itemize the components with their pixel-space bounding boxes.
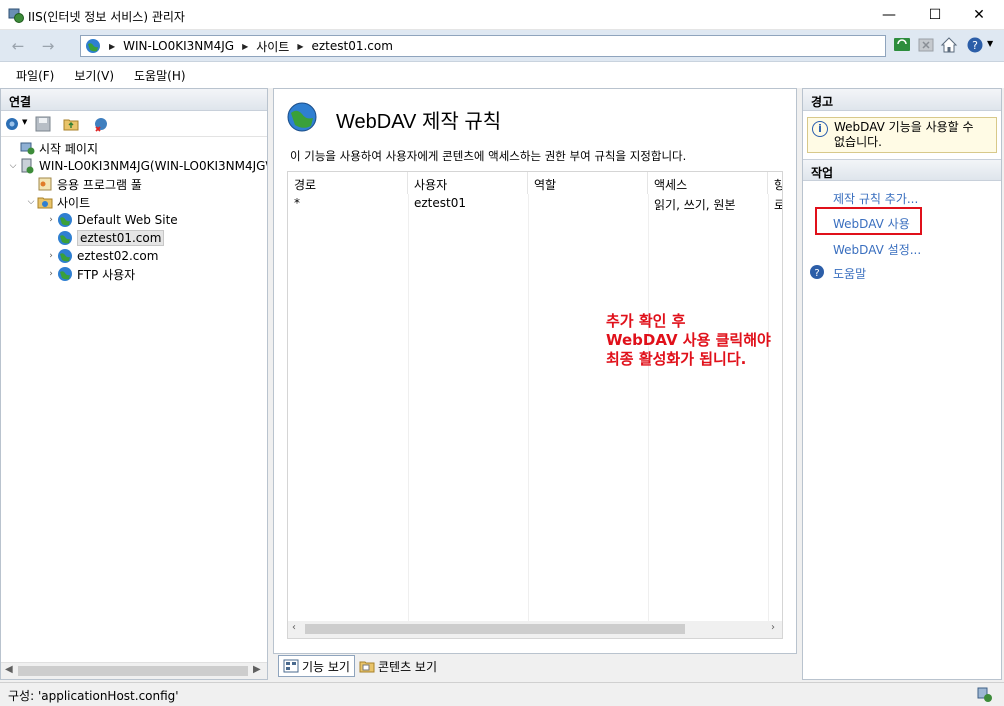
svg-text:?: ? <box>814 268 819 279</box>
page-description: 이 기능을 사용하여 사용자에게 콘텐츠에 액세스하는 권한 부여 규칙을 지정… <box>290 149 687 163</box>
scroll-right-icon[interactable]: › <box>771 622 775 633</box>
refresh-icon[interactable] <box>893 36 911 54</box>
status-text: 구성: 'applicationHost.config' <box>8 689 179 703</box>
column-header-user[interactable]: 사용자 <box>408 172 528 194</box>
tree-node-site[interactable]: › Default Web Site <box>45 211 178 229</box>
table-hscrollbar[interactable]: ‹ › <box>288 621 782 638</box>
column-header-access[interactable]: 액세스 <box>648 172 768 194</box>
title-bar: IIS(인터넷 정보 서비스) 관리자 — ☐ ✕ <box>0 0 1004 30</box>
cell-user: eztest01 <box>414 196 466 210</box>
help-icon[interactable]: ? <box>966 36 984 54</box>
address-bar[interactable]: ▶ WIN-LO0KI3NM4JG ▶ 사이트 ▶ eztest01.com <box>80 35 886 57</box>
breadcrumb-server[interactable]: WIN-LO0KI3NM4JG <box>123 39 234 53</box>
tab-content-view[interactable]: 콘텐츠 보기 <box>355 655 441 677</box>
globe-icon <box>58 249 72 263</box>
scroll-left-icon[interactable]: ‹ <box>292 622 296 633</box>
alert-message: i WebDAV 기능을 사용할 수 없습니다. <box>807 117 997 153</box>
navigation-bar: ← → ▶ WIN-LO0KI3NM4JG ▶ 사이트 ▶ eztest01.c… <box>0 30 1004 62</box>
authoring-rules-table[interactable]: 경로 사용자 역할 액세스 항 * eztest01 읽기, 쓰기, 원본 로 … <box>287 171 783 639</box>
globe-icon <box>86 39 100 53</box>
scroll-left-icon[interactable]: ◀ <box>5 664 13 675</box>
close-button[interactable]: ✕ <box>956 0 1002 30</box>
status-bar: 구성: 'applicationHost.config' <box>0 682 1004 706</box>
menu-bar: 파일(F) 보기(V) 도움말(H) <box>0 62 1004 88</box>
help-dropdown-icon[interactable]: ▼ <box>987 39 993 48</box>
connections-hscrollbar[interactable]: ◀ ▶ <box>1 662 267 679</box>
tree-node-site[interactable]: › eztest02.com <box>45 247 158 265</box>
menu-help[interactable]: 도움말(H) <box>124 67 196 84</box>
save-icon[interactable] <box>35 116 51 132</box>
tree-node-sites[interactable]: ⌵ 사이트 <box>25 193 91 211</box>
connections-toolbar: ▼ <box>1 111 267 137</box>
network-status-icon <box>977 687 992 702</box>
content-view-icon <box>359 661 375 673</box>
sites-folder-icon <box>37 197 53 209</box>
column-header-extra[interactable]: 항 <box>768 172 782 194</box>
home-icon[interactable] <box>940 36 958 54</box>
webdav-globe-icon <box>287 102 317 132</box>
menu-file[interactable]: 파일(F) <box>6 67 64 84</box>
page-title: WebDAV 제작 규칙 <box>336 111 502 133</box>
tree-node-site[interactable]: › FTP 사용자 <box>45 265 135 283</box>
connections-pane: 연결 ▼ 시작 페이지 ⌵ WIN-LO0KI3NM4JG(WIN-LO0KI3… <box>0 88 268 680</box>
chevron-right-icon: ▶ <box>242 41 249 51</box>
chevron-down-icon[interactable]: ⌵ <box>25 197 37 207</box>
globe-icon <box>58 231 72 245</box>
start-page-icon <box>20 142 35 155</box>
cell-extra: 로 <box>768 196 782 213</box>
actions-header: 작업 <box>803 159 1001 181</box>
annotation-note: 추가 확인 후 WebDAV 사용 클릭해야 최종 활성화가 됩니다. <box>606 312 771 368</box>
connect-icon[interactable] <box>5 116 21 132</box>
forward-button[interactable]: → <box>36 35 60 57</box>
alerts-header: 경고 <box>803 89 1001 111</box>
connections-header: 연결 <box>1 89 267 111</box>
view-tabs: 기능 보기 콘텐츠 보기 <box>278 655 441 677</box>
iis-app-icon <box>8 8 24 23</box>
actions-pane: 경고 i WebDAV 기능을 사용할 수 없습니다. 작업 제작 규칙 추가.… <box>802 88 1002 680</box>
column-header-role[interactable]: 역할 <box>528 172 648 194</box>
chevron-right-icon[interactable]: › <box>45 215 57 225</box>
feature-pane: WebDAV 제작 규칙 이 기능을 사용하여 사용자에게 콘텐츠에 액세스하는… <box>273 88 797 654</box>
up-folder-icon[interactable] <box>63 116 79 132</box>
window-title: IIS(인터넷 정보 서비스) 관리자 <box>28 10 185 24</box>
tree-node-site[interactable]: eztest01.com <box>45 229 165 247</box>
tab-features-view[interactable]: 기능 보기 <box>278 655 355 677</box>
scroll-right-icon[interactable]: ▶ <box>253 664 261 675</box>
cell-access: 읽기, 쓰기, 원본 <box>654 198 736 212</box>
chevron-right-icon[interactable]: › <box>45 251 57 261</box>
chevron-down-icon[interactable]: ⌵ <box>7 161 19 171</box>
help-link[interactable]: 도움말 <box>833 265 866 282</box>
highlight-box <box>815 207 922 235</box>
scroll-thumb[interactable] <box>305 624 685 634</box>
globe-icon <box>58 267 72 281</box>
app-pool-icon <box>38 177 52 191</box>
minimize-button[interactable]: — <box>866 0 912 30</box>
back-button[interactable]: ← <box>6 35 30 57</box>
webdav-settings-link[interactable]: WebDAV 설정... <box>833 241 921 258</box>
info-icon: i <box>812 121 828 137</box>
stop-icon[interactable] <box>917 36 935 54</box>
breadcrumb-sites[interactable]: 사이트 <box>256 38 289 55</box>
server-icon <box>21 158 34 174</box>
menu-view[interactable]: 보기(V) <box>64 67 124 84</box>
tree-node-server[interactable]: ⌵ WIN-LO0KI3NM4JG(WIN-LO0KI3NM4JG\ <box>7 157 267 175</box>
tree-node-start-page[interactable]: 시작 페이지 <box>7 139 98 157</box>
svg-text:?: ? <box>972 39 978 52</box>
add-authoring-rule-link[interactable]: 제작 규칙 추가... <box>833 190 918 207</box>
column-header-path[interactable]: 경로 <box>288 172 408 194</box>
globe-icon <box>58 213 72 227</box>
scroll-thumb[interactable] <box>18 666 248 676</box>
breadcrumb-site[interactable]: eztest01.com <box>312 39 393 53</box>
disconnect-icon[interactable] <box>93 116 109 132</box>
maximize-button[interactable]: ☐ <box>912 0 958 30</box>
connections-tree: 시작 페이지 ⌵ WIN-LO0KI3NM4JG(WIN-LO0KI3NM4JG… <box>1 139 267 659</box>
features-view-icon <box>283 659 299 673</box>
cell-path: * <box>294 196 300 210</box>
chevron-right-icon: ▶ <box>109 41 116 51</box>
help-icon[interactable]: ? <box>809 264 825 280</box>
tree-node-app-pools[interactable]: 응용 프로그램 풀 <box>25 175 142 193</box>
chevron-right-icon[interactable]: › <box>45 269 57 279</box>
connect-dropdown-icon[interactable]: ▼ <box>22 118 27 126</box>
chevron-right-icon: ▶ <box>297 41 304 51</box>
